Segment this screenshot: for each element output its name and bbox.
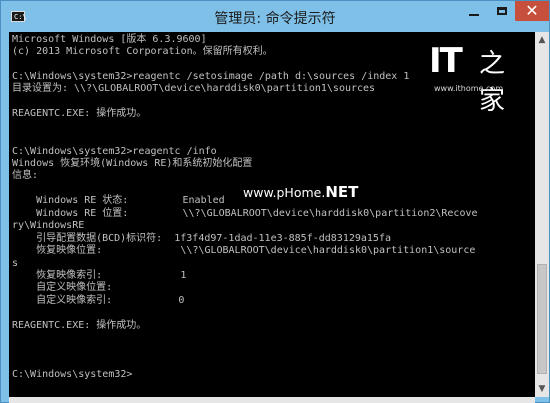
console-line: C:\Windows\system32>reagentc /setosimage…	[12, 71, 410, 82]
ithome-url: www.ithome.com	[434, 84, 504, 93]
console-line: C:\Windows\system32>	[12, 369, 133, 380]
command-prompt-window: C:\ 管理员: 命令提示符 ✕ Microsoft Windows [版本 6…	[0, 0, 550, 403]
scroll-down-icon[interactable]: ▼	[535, 381, 549, 397]
console-line: Windows RE 位置: \\?\GLOBALROOT\device\har…	[12, 208, 478, 219]
ithome-logo-cn: 之家	[479, 49, 506, 116]
console-line: 自定义映像位置:	[12, 282, 113, 293]
console-line: Windows 恢复环境(Windows RE)和系统初始化配置	[12, 158, 253, 169]
horizontal-scrollbar[interactable]	[9, 397, 535, 403]
ithome-logo-it: IT	[429, 41, 463, 81]
console-line: 引导配置数据(BCD)标识符: 1f3f4d97-1dad-11e3-885f-…	[12, 233, 391, 244]
minimize-button[interactable]	[461, 1, 487, 21]
console-line: REAGENTC.EXE: 操作成功。	[12, 108, 147, 119]
console-line: 目录设置为: \\?\GLOBALROOT\device\harddisk0\p…	[12, 83, 376, 94]
title-bar[interactable]: C:\ 管理员: 命令提示符 ✕	[1, 1, 549, 35]
console-line: Windows RE 状态: Enabled	[12, 195, 225, 206]
console-line: 信息:	[12, 170, 39, 181]
console-line: ry\WindowsRE	[12, 220, 85, 231]
maximize-button[interactable]	[489, 1, 515, 21]
close-icon: ✕	[525, 1, 539, 20]
console-line: Microsoft Windows [版本 6.3.9600]	[12, 34, 207, 45]
console-line: C:\Windows\system32>reagentc /info	[12, 146, 217, 157]
scroll-up-icon[interactable]: ▲	[535, 32, 549, 48]
scrollbar-thumb[interactable]	[537, 264, 547, 374]
console-line: 自定义映像索引: 0	[12, 295, 185, 306]
maximize-icon	[497, 7, 507, 15]
phome-watermark: www.pHome.NET	[243, 183, 358, 201]
watermark-suffix: NET	[325, 183, 359, 201]
console-line: (c) 2013 Microsoft Corporation。保留所有权利。	[12, 46, 273, 57]
console-line: 恢复映像索引: 1	[12, 270, 187, 281]
console-line: s	[12, 258, 19, 269]
watermark-prefix: www.pHome.	[243, 185, 326, 200]
vertical-scrollbar[interactable]: ▲ ▼	[535, 32, 549, 397]
console-line: 恢复映像位置: \\?\GLOBALROOT\device\harddisk0\…	[12, 245, 476, 256]
ithome-logo: IT 之家	[429, 41, 505, 116]
console-line: REAGENTC.EXE: 操作成功。	[12, 320, 147, 331]
minimize-icon	[469, 14, 479, 16]
close-button[interactable]: ✕	[515, 1, 549, 21]
